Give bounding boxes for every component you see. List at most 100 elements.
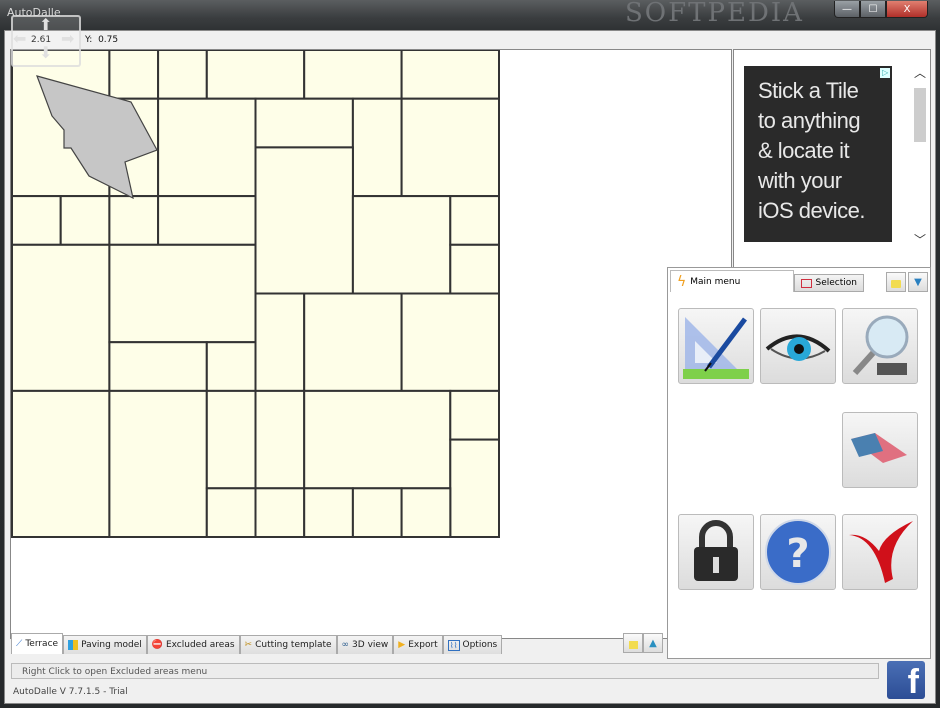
- draw-button[interactable]: [678, 308, 754, 384]
- 3d-icon: ∞: [341, 640, 350, 650]
- triangle-down-icon: ▼: [914, 276, 922, 288]
- tile[interactable]: [157, 50, 208, 100]
- pan-control[interactable]: ⬆ ⬇ ⬅ ➡: [11, 15, 81, 67]
- help-icon: ?: [765, 519, 831, 585]
- red-x-icon: [849, 521, 913, 583]
- tab-3d-view[interactable]: ∞ 3D view: [336, 635, 394, 654]
- tab-excluded-areas[interactable]: ⛔ Excluded areas: [146, 635, 240, 654]
- tab-label: Options: [462, 640, 498, 650]
- ad-choices-icon[interactable]: ▷: [880, 68, 890, 78]
- tile[interactable]: [108, 195, 160, 246]
- paving-icon: [68, 640, 79, 650]
- tile[interactable]: [449, 195, 500, 246]
- tile[interactable]: [449, 243, 500, 295]
- tab-selection[interactable]: Selection: [794, 274, 864, 292]
- minimize-button[interactable]: —: [834, 1, 860, 18]
- tile[interactable]: [205, 389, 257, 490]
- tile[interactable]: [254, 292, 306, 392]
- tab-label: Excluded areas: [165, 640, 235, 650]
- tab-label: Paving model: [81, 640, 142, 650]
- tab-label: Cutting template: [255, 640, 332, 650]
- tile[interactable]: [205, 50, 306, 100]
- tile[interactable]: [157, 97, 257, 198]
- tab-cutting-template[interactable]: ✂ Cutting template: [239, 635, 337, 654]
- exit-button[interactable]: [842, 514, 918, 590]
- ad-panel: ▷ Stick a Tile to anything & locate it w…: [733, 49, 931, 271]
- close-button[interactable]: X: [886, 1, 928, 18]
- tile[interactable]: [254, 487, 306, 538]
- tab-label: Main menu: [690, 276, 741, 287]
- ad-line: with your: [758, 168, 842, 193]
- unlocked-padlock-icon: [628, 641, 638, 649]
- panel-collapse-button[interactable]: ▼: [908, 272, 928, 292]
- tile[interactable]: [400, 97, 501, 198]
- panel-lock-button[interactable]: [886, 272, 906, 292]
- tile[interactable]: [351, 487, 403, 538]
- tile[interactable]: [11, 243, 111, 392]
- tile[interactable]: [303, 389, 452, 490]
- scroll-up-icon[interactable]: ︿: [914, 64, 926, 81]
- lightning-icon: ϟ: [677, 273, 687, 290]
- tab-export[interactable]: ▶ Export: [393, 635, 443, 654]
- ruler-pen-icon: [683, 317, 749, 379]
- tile[interactable]: [108, 50, 160, 100]
- status-bar: Right Click to open Excluded areas menu: [11, 663, 879, 679]
- tile[interactable]: [108, 389, 208, 538]
- pan-left-icon[interactable]: ⬅: [13, 29, 26, 48]
- view-button[interactable]: [760, 308, 836, 384]
- pan-down-icon[interactable]: ⬇: [39, 43, 52, 62]
- tab-main-menu[interactable]: ϟ Main menu: [670, 270, 794, 292]
- coordinate-bar: 2.61 Y: 0.75: [5, 31, 935, 49]
- tile[interactable]: [400, 292, 501, 392]
- terrace-canvas[interactable]: [10, 49, 732, 639]
- tile[interactable]: [400, 50, 501, 100]
- tile[interactable]: [449, 389, 500, 441]
- facebook-button[interactable]: f: [887, 661, 925, 699]
- zoom-button[interactable]: [842, 308, 918, 384]
- tile[interactable]: [59, 195, 111, 246]
- svg-text:?: ?: [786, 531, 809, 577]
- tile[interactable]: [11, 389, 111, 538]
- lock-button[interactable]: [678, 514, 754, 590]
- ad-banner[interactable]: ▷ Stick a Tile to anything & locate it w…: [744, 66, 892, 242]
- help-button[interactable]: ?: [760, 514, 836, 590]
- tab-paving-model[interactable]: Paving model: [63, 635, 147, 654]
- tile[interactable]: [205, 341, 257, 392]
- ad-line: Stick a Tile: [758, 78, 859, 103]
- padlock-icon: [694, 520, 738, 581]
- ad-scrollbar[interactable]: ︿ ﹀: [912, 64, 928, 247]
- tab-label: Export: [408, 640, 438, 650]
- scissors-icon: ✂: [244, 640, 253, 650]
- tile[interactable]: [205, 487, 257, 538]
- erase-button[interactable]: [842, 412, 918, 488]
- tab-terrace[interactable]: ⟋ Terrace: [11, 633, 64, 654]
- title-bar[interactable]: AutoDalle SOFTPEDIA — ☐ X: [0, 0, 940, 30]
- tile[interactable]: [157, 195, 257, 246]
- tab-label: 3D view: [352, 640, 389, 650]
- tile[interactable]: [351, 195, 452, 295]
- tab-options[interactable]: ⌇⌇ Options: [442, 635, 503, 654]
- scroll-down-icon[interactable]: ﹀: [914, 231, 926, 248]
- tile[interactable]: [303, 50, 403, 100]
- tile[interactable]: [303, 292, 403, 392]
- tile[interactable]: [11, 195, 62, 246]
- tile[interactable]: [303, 487, 354, 538]
- tile[interactable]: [108, 243, 257, 344]
- eye-icon: [765, 334, 831, 361]
- pan-right-icon[interactable]: ➡: [61, 29, 74, 48]
- tile[interactable]: [254, 146, 354, 295]
- unlock-button[interactable]: [623, 633, 643, 653]
- tile-layout[interactable]: [11, 50, 731, 638]
- pan-up-icon[interactable]: ⬆: [39, 15, 52, 34]
- expand-panel-button[interactable]: ▲: [643, 633, 663, 653]
- maximize-button[interactable]: ☐: [860, 1, 886, 18]
- padlock-icon: [891, 280, 901, 288]
- tile[interactable]: [351, 97, 403, 198]
- tile[interactable]: [254, 97, 354, 149]
- tile[interactable]: [400, 487, 452, 538]
- tile[interactable]: [108, 341, 208, 392]
- tile[interactable]: [254, 389, 306, 490]
- selection-rect-icon: [801, 278, 812, 288]
- scroll-thumb[interactable]: [914, 88, 926, 142]
- tile[interactable]: [449, 438, 500, 539]
